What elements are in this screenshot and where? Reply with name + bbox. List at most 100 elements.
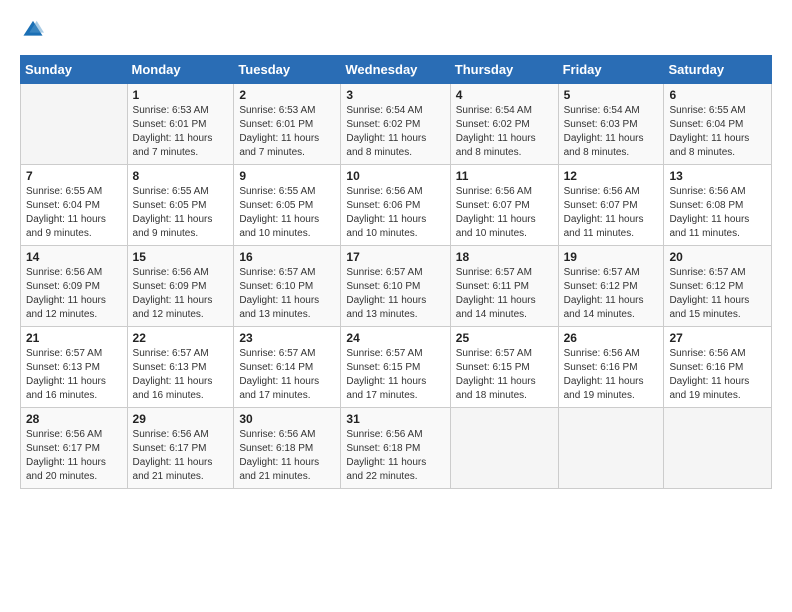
day-number: 26 — [564, 331, 659, 345]
calendar-header-sunday: Sunday — [21, 56, 128, 84]
day-info: Sunrise: 6:54 AMSunset: 6:02 PMDaylight:… — [346, 104, 444, 160]
day-info: Sunrise: 6:56 AMSunset: 6:17 PMDaylight:… — [26, 428, 122, 484]
day-number: 28 — [26, 412, 122, 426]
calendar-week-5: 28 Sunrise: 6:56 AMSunset: 6:17 PMDayligh… — [21, 408, 772, 489]
calendar-header-friday: Friday — [558, 56, 664, 84]
header — [20, 18, 772, 45]
calendar-cell-5-6 — [558, 408, 664, 489]
calendar-week-2: 7Sunrise: 6:55 AMSunset: 6:04 PMDaylight… — [21, 165, 772, 246]
calendar-cell-5-7 — [664, 408, 772, 489]
calendar-cell-5-2: 29 Sunrise: 6:56 AMSunset: 6:17 PMDayligh… — [127, 408, 234, 489]
calendar-cell-1-4: 3 Sunrise: 6:54 AMSunset: 6:02 PMDaylight… — [341, 84, 450, 165]
day-number: 23 — [239, 331, 335, 345]
day-info: Sunrise: 6:57 AMSunset: 6:15 PMDaylight:… — [456, 347, 553, 403]
calendar-cell-4-7: 27Sunrise: 6:56 AMSunset: 6:16 PMDayligh… — [664, 327, 772, 408]
day-number: 22 — [133, 331, 229, 345]
day-info: Sunrise: 6:54 AMSunset: 6:02 PMDaylight:… — [456, 104, 553, 160]
day-info: Sunrise: 6:53 AMSunset: 6:01 PMDaylight:… — [239, 104, 335, 160]
calendar-cell-1-5: 4 Sunrise: 6:54 AMSunset: 6:02 PMDaylight… — [450, 84, 558, 165]
calendar-cell-4-2: 22 Sunrise: 6:57 AMSunset: 6:13 PMDayligh… — [127, 327, 234, 408]
logo-icon — [22, 18, 44, 40]
calendar-cell-5-3: 30 Sunrise: 6:56 AMSunset: 6:18 PMDayligh… — [234, 408, 341, 489]
calendar-week-4: 21 Sunrise: 6:57 AMSunset: 6:13 PMDayligh… — [21, 327, 772, 408]
day-info: Sunrise: 6:56 AMSunset: 6:07 PMDaylight:… — [564, 185, 659, 241]
day-info: Sunrise: 6:57 AMSunset: 6:14 PMDaylight:… — [239, 347, 335, 403]
day-info: Sunrise: 6:56 AMSunset: 6:18 PMDaylight:… — [239, 428, 335, 484]
day-number: 10 — [346, 169, 444, 183]
day-number: 14 — [26, 250, 122, 264]
day-info: Sunrise: 6:56 AMSunset: 6:18 PMDaylight:… — [346, 428, 444, 484]
day-number: 8 — [133, 169, 229, 183]
calendar-cell-1-6: 5Sunrise: 6:54 AMSunset: 6:03 PMDaylight… — [558, 84, 664, 165]
calendar-cell-3-4: 17 Sunrise: 6:57 AMSunset: 6:10 PMDayligh… — [341, 246, 450, 327]
page: SundayMondayTuesdayWednesdayThursdayFrid… — [0, 0, 792, 612]
calendar-cell-5-1: 28 Sunrise: 6:56 AMSunset: 6:17 PMDayligh… — [21, 408, 128, 489]
day-number: 25 — [456, 331, 553, 345]
calendar-cell-2-6: 12 Sunrise: 6:56 AMSunset: 6:07 PMDayligh… — [558, 165, 664, 246]
calendar-week-1: 1 Sunrise: 6:53 AMSunset: 6:01 PMDaylight… — [21, 84, 772, 165]
day-info: Sunrise: 6:56 AMSunset: 6:17 PMDaylight:… — [133, 428, 229, 484]
day-info: Sunrise: 6:57 AMSunset: 6:12 PMDaylight:… — [669, 266, 766, 322]
day-number: 7 — [26, 169, 122, 183]
day-number: 24 — [346, 331, 444, 345]
calendar-header-wednesday: Wednesday — [341, 56, 450, 84]
calendar-cell-3-3: 16Sunrise: 6:57 AMSunset: 6:10 PMDayligh… — [234, 246, 341, 327]
day-info: Sunrise: 6:57 AMSunset: 6:10 PMDaylight:… — [346, 266, 444, 322]
calendar-cell-4-1: 21 Sunrise: 6:57 AMSunset: 6:13 PMDayligh… — [21, 327, 128, 408]
day-number: 18 — [456, 250, 553, 264]
day-number: 21 — [26, 331, 122, 345]
day-number: 3 — [346, 88, 444, 102]
calendar-cell-4-6: 26 Sunrise: 6:56 AMSunset: 6:16 PMDayligh… — [558, 327, 664, 408]
day-number: 29 — [133, 412, 229, 426]
day-number: 17 — [346, 250, 444, 264]
calendar-cell-1-7: 6Sunrise: 6:55 AMSunset: 6:04 PMDaylight… — [664, 84, 772, 165]
day-info: Sunrise: 6:56 AMSunset: 6:16 PMDaylight:… — [564, 347, 659, 403]
day-number: 20 — [669, 250, 766, 264]
day-info: Sunrise: 6:56 AMSunset: 6:08 PMDaylight:… — [669, 185, 766, 241]
logo — [20, 18, 44, 45]
day-number: 13 — [669, 169, 766, 183]
day-number: 4 — [456, 88, 553, 102]
day-info: Sunrise: 6:57 AMSunset: 6:12 PMDaylight:… — [564, 266, 659, 322]
day-info: Sunrise: 6:56 AMSunset: 6:09 PMDaylight:… — [26, 266, 122, 322]
day-number: 15 — [133, 250, 229, 264]
calendar-table: SundayMondayTuesdayWednesdayThursdayFrid… — [20, 55, 772, 489]
day-number: 30 — [239, 412, 335, 426]
day-number: 16 — [239, 250, 335, 264]
day-number: 31 — [346, 412, 444, 426]
day-info: Sunrise: 6:56 AMSunset: 6:07 PMDaylight:… — [456, 185, 553, 241]
day-info: Sunrise: 6:54 AMSunset: 6:03 PMDaylight:… — [564, 104, 659, 160]
calendar-cell-5-5 — [450, 408, 558, 489]
day-info: Sunrise: 6:55 AMSunset: 6:04 PMDaylight:… — [669, 104, 766, 160]
calendar-cell-3-7: 20 Sunrise: 6:57 AMSunset: 6:12 PMDayligh… — [664, 246, 772, 327]
calendar-cell-5-4: 31 Sunrise: 6:56 AMSunset: 6:18 PMDayligh… — [341, 408, 450, 489]
day-number: 2 — [239, 88, 335, 102]
calendar-cell-1-3: 2 Sunrise: 6:53 AMSunset: 6:01 PMDaylight… — [234, 84, 341, 165]
calendar-cell-4-5: 25 Sunrise: 6:57 AMSunset: 6:15 PMDayligh… — [450, 327, 558, 408]
calendar-cell-1-2: 1 Sunrise: 6:53 AMSunset: 6:01 PMDaylight… — [127, 84, 234, 165]
calendar-cell-2-2: 8 Sunrise: 6:55 AMSunset: 6:05 PMDaylight… — [127, 165, 234, 246]
day-number: 27 — [669, 331, 766, 345]
day-number: 9 — [239, 169, 335, 183]
day-info: Sunrise: 6:57 AMSunset: 6:11 PMDaylight:… — [456, 266, 553, 322]
calendar-cell-2-1: 7Sunrise: 6:55 AMSunset: 6:04 PMDaylight… — [21, 165, 128, 246]
calendar-header-tuesday: Tuesday — [234, 56, 341, 84]
calendar-cell-2-7: 13 Sunrise: 6:56 AMSunset: 6:08 PMDayligh… — [664, 165, 772, 246]
calendar-week-3: 14 Sunrise: 6:56 AMSunset: 6:09 PMDayligh… — [21, 246, 772, 327]
day-number: 1 — [133, 88, 229, 102]
day-info: Sunrise: 6:57 AMSunset: 6:13 PMDaylight:… — [133, 347, 229, 403]
day-info: Sunrise: 6:55 AMSunset: 6:05 PMDaylight:… — [239, 185, 335, 241]
calendar-cell-4-3: 23 Sunrise: 6:57 AMSunset: 6:14 PMDayligh… — [234, 327, 341, 408]
day-number: 12 — [564, 169, 659, 183]
calendar-cell-3-5: 18 Sunrise: 6:57 AMSunset: 6:11 PMDayligh… — [450, 246, 558, 327]
day-number: 19 — [564, 250, 659, 264]
day-info: Sunrise: 6:56 AMSunset: 6:09 PMDaylight:… — [133, 266, 229, 322]
day-info: Sunrise: 6:55 AMSunset: 6:05 PMDaylight:… — [133, 185, 229, 241]
calendar-cell-1-1 — [21, 84, 128, 165]
day-info: Sunrise: 6:57 AMSunset: 6:13 PMDaylight:… — [26, 347, 122, 403]
day-info: Sunrise: 6:53 AMSunset: 6:01 PMDaylight:… — [133, 104, 229, 160]
calendar-cell-3-1: 14 Sunrise: 6:56 AMSunset: 6:09 PMDayligh… — [21, 246, 128, 327]
calendar-header-monday: Monday — [127, 56, 234, 84]
calendar-cell-3-6: 19 Sunrise: 6:57 AMSunset: 6:12 PMDayligh… — [558, 246, 664, 327]
calendar-cell-2-3: 9 Sunrise: 6:55 AMSunset: 6:05 PMDaylight… — [234, 165, 341, 246]
